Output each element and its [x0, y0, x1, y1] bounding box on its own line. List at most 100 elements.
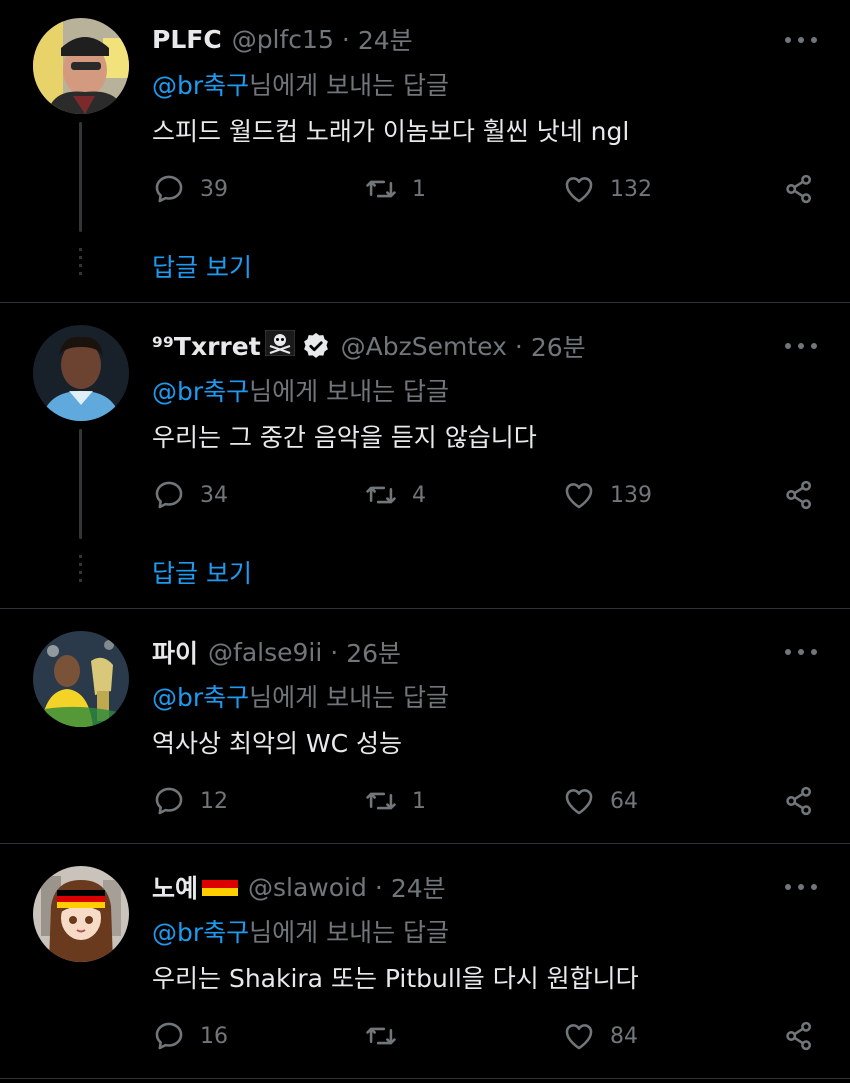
separator-dot: ·: [514, 331, 523, 361]
divider: [0, 1078, 850, 1079]
display-name[interactable]: PLFC: [152, 25, 222, 54]
share-button[interactable]: [782, 783, 830, 819]
more-options-button[interactable]: [785, 34, 817, 46]
tweet-text: 스피드 월드컵 노래가 이놈보다 훨씬 낫네 ngl: [152, 117, 630, 146]
reply-button[interactable]: 16: [152, 1018, 228, 1054]
thread-line: [79, 122, 82, 232]
show-replies-link[interactable]: 답글 보기: [152, 248, 252, 284]
tweet-header: ⁹⁹Txrret @AbzSemtex · 26분: [152, 328, 586, 364]
share-icon: [786, 480, 812, 510]
germany-flag-icon: [202, 872, 239, 902]
retweet-count: 1: [412, 176, 426, 202]
heart-icon: [565, 789, 593, 815]
share-icon: [786, 786, 812, 816]
tweet-actions: 34 4 139: [152, 477, 822, 513]
more-options-button[interactable]: [785, 646, 817, 658]
display-name[interactable]: 노예: [152, 869, 198, 905]
thread-line: [79, 429, 82, 539]
heart-icon: [565, 483, 593, 509]
like-count: 84: [610, 1023, 638, 1049]
retweet-icon: [366, 1027, 396, 1045]
display-name[interactable]: 파이: [152, 634, 198, 670]
thread-gap-dots: [79, 248, 82, 278]
divider: [0, 608, 850, 609]
tweet-text: 우리는 그 중간 음악을 듣지 않습니다: [152, 423, 537, 452]
heart-icon: [565, 1024, 593, 1050]
share-icon: [786, 1021, 812, 1051]
divider: [0, 302, 850, 303]
share-button[interactable]: [782, 477, 830, 513]
retweet-count: 1: [412, 788, 426, 814]
separator-dot: ·: [330, 637, 339, 667]
replying-label: 님에게 보내는 답글: [249, 71, 450, 100]
reply-button[interactable]: 34: [152, 477, 228, 513]
user-handle[interactable]: @slawoid: [248, 873, 367, 902]
reply-count: 39: [200, 176, 228, 202]
share-button[interactable]: [782, 171, 830, 207]
mention-link[interactable]: @br축구: [152, 683, 249, 712]
display-name[interactable]: ⁹⁹Txrret: [152, 332, 261, 361]
mention-link[interactable]: @br축구: [152, 71, 249, 100]
reply-button[interactable]: 39: [152, 171, 228, 207]
avatar-false9ii[interactable]: [33, 631, 129, 727]
avatar-slawoid[interactable]: [33, 866, 129, 962]
tweet-header: 노예 @slawoid · 24분: [152, 869, 446, 905]
heart-icon: [565, 177, 593, 203]
user-handle[interactable]: @plfc15: [232, 25, 334, 54]
mention-link[interactable]: @br축구: [152, 918, 249, 947]
thread-gap-dots: [79, 555, 82, 585]
retweet-count: 4: [412, 482, 426, 508]
like-count: 64: [610, 788, 638, 814]
tweet-actions: 16 84: [152, 1018, 822, 1054]
like-button[interactable]: 64: [562, 783, 638, 819]
mention-link[interactable]: @br축구: [152, 377, 249, 406]
divider: [0, 843, 850, 844]
separator-dot: ·: [341, 24, 350, 54]
like-button[interactable]: 132: [562, 171, 652, 207]
reply-count: 12: [200, 788, 228, 814]
avatar-plfc[interactable]: [33, 18, 129, 114]
tweet-actions: 12 1 64: [152, 783, 822, 819]
separator-dot: ·: [374, 872, 383, 902]
reply-count: 34: [200, 482, 228, 508]
share-icon: [786, 174, 812, 204]
tweet-time[interactable]: 26분: [531, 328, 586, 364]
like-count: 132: [610, 176, 652, 202]
more-options-button[interactable]: [785, 340, 817, 352]
like-count: 139: [610, 482, 652, 508]
tweet-text: 역사상 최악의 WC 성능: [152, 729, 403, 758]
user-handle[interactable]: @AbzSemtex: [341, 332, 507, 361]
like-button[interactable]: 139: [562, 477, 652, 513]
tweet-text: 우리는 Shakira 또는 Pitbull을 다시 원합니다: [152, 964, 639, 993]
avatar-txrret[interactable]: [33, 325, 129, 421]
retweet-button[interactable]: 1: [364, 783, 426, 819]
retweet-icon: [366, 792, 396, 810]
reply-count: 16: [200, 1023, 228, 1049]
replying-to: @br축구님에게 보내는 답글: [152, 913, 449, 949]
retweet-button[interactable]: 4: [364, 477, 426, 513]
retweet-icon: [366, 486, 396, 504]
like-button[interactable]: 84: [562, 1018, 638, 1054]
reply-icon: [155, 1022, 183, 1050]
show-replies-link[interactable]: 답글 보기: [152, 554, 252, 590]
replying-to: @br축구님에게 보내는 답글: [152, 678, 449, 714]
replying-label: 님에게 보내는 답글: [249, 377, 450, 406]
tweet-time[interactable]: 24분: [358, 21, 413, 57]
verified-badge-icon: [301, 331, 331, 361]
retweet-icon: [366, 180, 396, 198]
reply-icon: [155, 787, 183, 815]
tweet-header: 파이 @false9ii · 26분: [152, 634, 401, 670]
tweet-header: PLFC @plfc15 · 24분: [152, 21, 413, 57]
share-button[interactable]: [782, 1018, 830, 1054]
tweet-time[interactable]: 24분: [391, 869, 446, 905]
tweet-actions: 39 1 132: [152, 171, 822, 207]
retweet-button[interactable]: 1: [364, 171, 426, 207]
replying-to: @br축구님에게 보내는 답글: [152, 66, 449, 102]
reply-icon: [155, 481, 183, 509]
more-options-button[interactable]: [785, 881, 817, 893]
retweet-button[interactable]: [364, 1018, 412, 1054]
user-handle[interactable]: @false9ii: [208, 638, 322, 667]
tweet-time[interactable]: 26분: [346, 634, 401, 670]
reply-icon: [155, 175, 183, 203]
reply-button[interactable]: 12: [152, 783, 228, 819]
